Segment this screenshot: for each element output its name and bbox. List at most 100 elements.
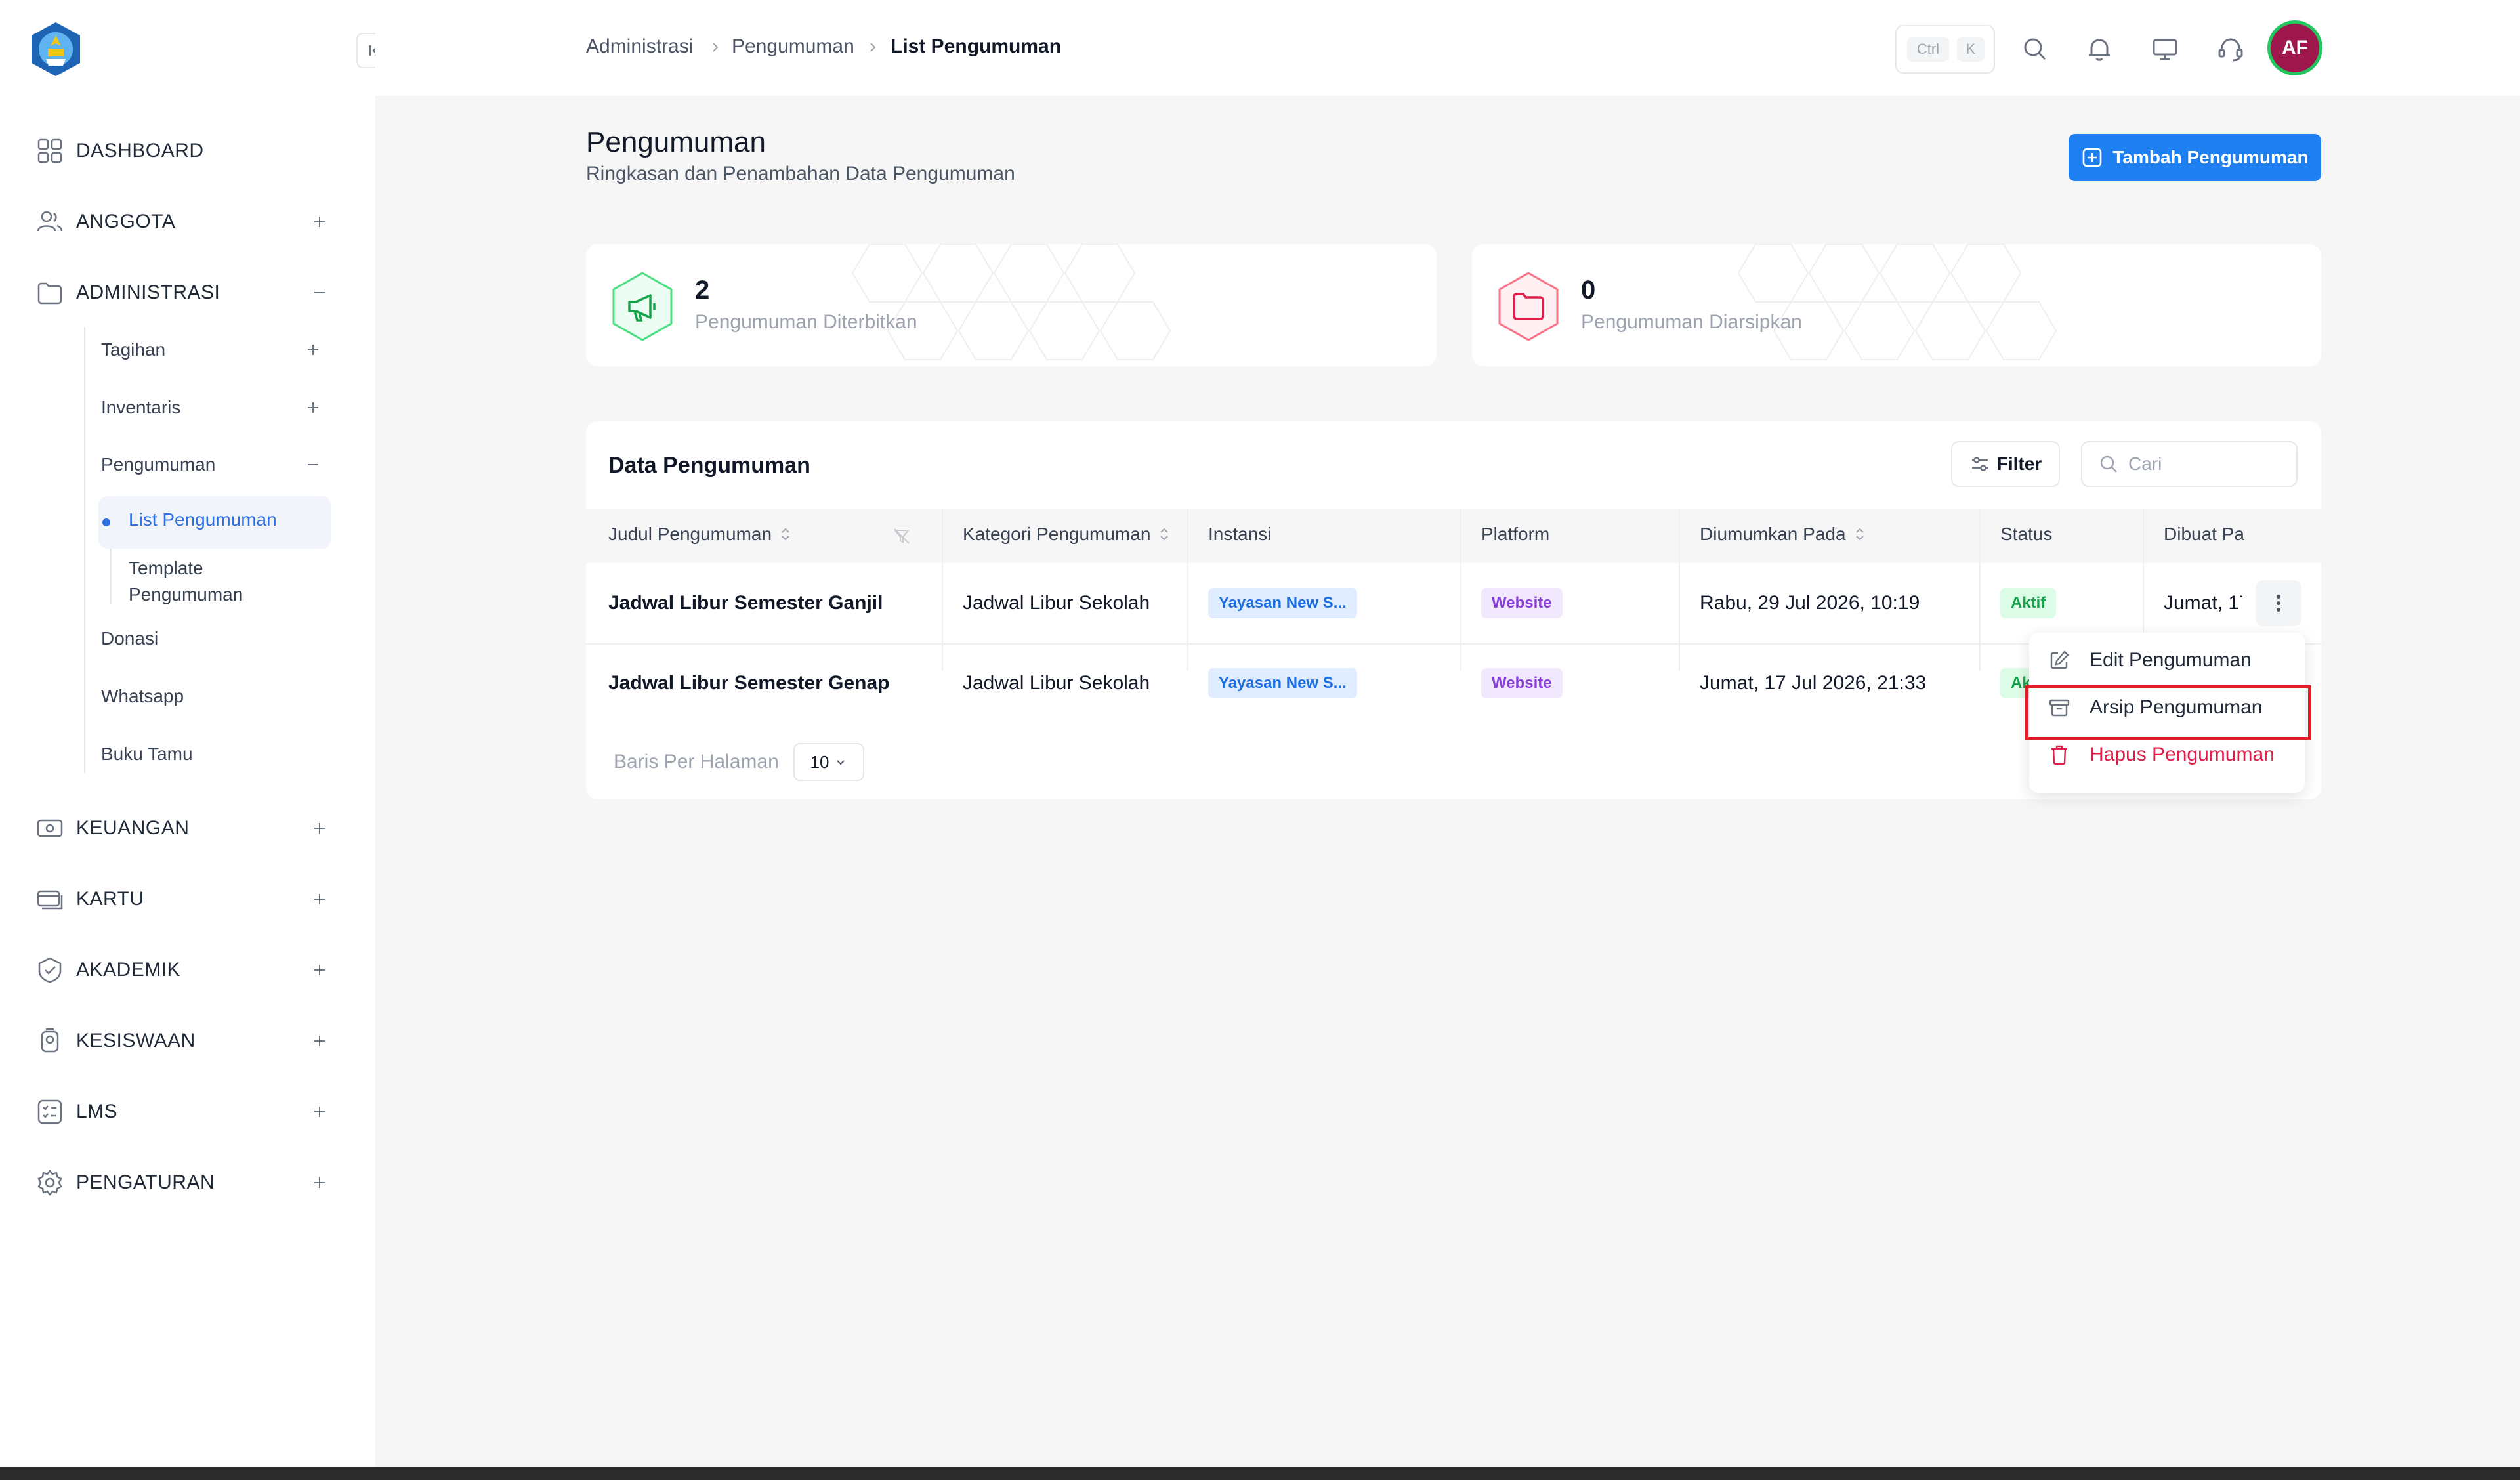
stat-card-archived: 0 Pengumuman Diarsipkan — [1472, 244, 2321, 366]
avatar[interactable]: AF — [2271, 24, 2319, 72]
plus-icon[interactable] — [302, 339, 324, 361]
sidebar-item-pengaturan[interactable]: PENGATURAN — [35, 1163, 331, 1202]
breadcrumb-pengumuman[interactable]: Pengumuman — [732, 35, 854, 58]
hexagon-pattern — [1737, 244, 2057, 360]
rows-per-page-value: 10 — [810, 751, 830, 772]
monitor-icon[interactable] — [2150, 34, 2180, 64]
row-actions-button[interactable] — [2256, 580, 2301, 626]
headset-icon[interactable] — [2216, 34, 2246, 64]
add-announcement-button[interactable]: Tambah Pengumuman — [2068, 134, 2321, 181]
sidebar-item-label: Buku Tamu — [101, 744, 193, 764]
sidebar-item-label: Inventaris — [101, 397, 181, 417]
bell-icon[interactable] — [2084, 34, 2114, 64]
chevron-right-icon — [870, 43, 876, 52]
column-label: Diumumkan Pada — [1700, 524, 1846, 544]
menu-item-edit[interactable]: Edit Pengumuman — [2048, 639, 2290, 681]
money-icon — [37, 819, 63, 837]
sidebar-item-inventaris[interactable]: Inventaris — [101, 391, 324, 424]
sidebar-item-keuangan[interactable]: KEUANGAN — [35, 809, 331, 848]
sidebar-item-tagihan[interactable]: Tagihan — [101, 333, 324, 366]
rows-per-page-label: Baris Per Halaman — [614, 751, 779, 772]
edit-icon — [2050, 650, 2069, 669]
minus-icon[interactable] — [302, 454, 324, 476]
more-vertical-icon — [2277, 595, 2280, 612]
search-shortcut[interactable]: Ctrl K — [1895, 25, 1995, 74]
minus-icon[interactable] — [308, 282, 331, 304]
sidebar-item-label: DASHBOARD — [76, 140, 204, 161]
column-platform: Platform — [1481, 524, 1549, 545]
sidebar-item-label: LMS — [76, 1101, 118, 1122]
kbd-ctrl: Ctrl — [1907, 37, 1949, 62]
filter-button[interactable]: Filter — [1951, 441, 2060, 487]
sidebar-item-label: Donasi — [101, 628, 159, 648]
column-diumumkan[interactable]: Diumumkan Pada — [1700, 524, 1867, 545]
sidebar-item-list-pengumuman[interactable]: List Pengumuman — [129, 509, 277, 530]
folder-icon — [1498, 272, 1559, 341]
student-icon — [41, 1028, 59, 1053]
sidebar-item-template-pengumuman[interactable]: Template Pengumuman — [129, 555, 243, 608]
chevron-down-icon — [837, 760, 845, 765]
sidebar-item-lms[interactable]: LMS — [35, 1092, 331, 1131]
sidebar-item-dashboard[interactable]: DASHBOARD — [35, 131, 331, 171]
sidebar-item-kesiswaan[interactable]: KESISWAAN — [35, 1021, 331, 1061]
window-bottom-edge — [0, 1467, 2520, 1480]
submenu-guide-line — [84, 327, 85, 773]
trash-icon — [2051, 745, 2067, 765]
cell-instansi-chip: Yayasan New S... — [1208, 668, 1357, 698]
stat-value: 2 — [695, 276, 710, 305]
table-title: Data Pengumuman — [608, 453, 810, 478]
plus-icon[interactable] — [308, 817, 331, 839]
breadcrumb-current: List Pengumuman — [891, 35, 1062, 57]
sidebar-item-donasi[interactable]: Donasi — [101, 622, 324, 655]
column-judul[interactable]: Judul Pengumuman — [608, 524, 793, 545]
plus-square-icon — [2083, 148, 2102, 167]
sidebar-item-label: KEUANGAN — [76, 817, 190, 839]
sidebar-item-administrasi[interactable]: ADMINISTRASI — [35, 273, 331, 312]
column-instansi: Instansi — [1208, 524, 1272, 545]
sidebar-item-whatsapp[interactable]: Whatsapp — [101, 680, 324, 713]
search-input[interactable]: Cari — [2081, 441, 2298, 487]
sidebar-item-label: KARTU — [76, 888, 144, 910]
megaphone-icon — [612, 272, 673, 341]
search-placeholder: Cari — [2128, 454, 2162, 474]
column-label: Kategori Pengumuman — [963, 524, 1151, 544]
sidebar-item-label: ADMINISTRASI — [76, 282, 220, 303]
plus-icon[interactable] — [308, 888, 331, 910]
search-icon[interactable] — [2020, 34, 2050, 64]
column-kategori[interactable]: Kategori Pengumuman — [963, 524, 1171, 545]
menu-item-label: Edit Pengumuman — [2090, 649, 2252, 671]
status-badge: Aktif — [2000, 588, 2057, 618]
rows-per-page-select[interactable]: 10 — [793, 743, 864, 781]
plus-icon[interactable] — [308, 1030, 331, 1052]
plus-icon[interactable] — [302, 396, 324, 419]
plus-icon[interactable] — [308, 1172, 331, 1194]
sidebar-item-anggota[interactable]: ANGGOTA — [35, 202, 331, 242]
gear-icon — [37, 1169, 62, 1196]
sidebar-item-pengumuman[interactable]: Pengumuman — [101, 448, 324, 481]
plus-icon[interactable] — [308, 959, 331, 981]
breadcrumb-administrasi[interactable]: Administrasi — [586, 35, 693, 58]
plus-icon[interactable] — [308, 1101, 331, 1123]
column-label: Instansi — [1208, 524, 1272, 544]
sidebar-item-label: AKADEMIK — [76, 959, 181, 981]
sidebar-item-akademik[interactable]: AKADEMIK — [35, 950, 331, 990]
filter-label: Filter — [1996, 454, 2042, 474]
menu-item-label: Hapus Pengumuman — [2090, 744, 2275, 765]
plus-icon[interactable] — [308, 211, 331, 233]
sidebar-item-buku-tamu[interactable]: Buku Tamu — [101, 738, 324, 771]
stat-card-published: 2 Pengumuman Diterbitkan — [586, 244, 1437, 366]
sidebar-item-label: Template — [129, 558, 203, 578]
sidebar-item-label: Pengumuman — [101, 454, 216, 475]
cell-platform-chip: Website — [1481, 668, 1563, 698]
sidebar-item-label: Tagihan — [101, 339, 166, 360]
sidebar-item-label: Whatsapp — [101, 686, 184, 706]
sort-icon — [782, 528, 789, 541]
column-status: Status — [2000, 524, 2052, 545]
sidebar-item-label: KESISWAAN — [76, 1030, 196, 1051]
cell-dibuat: Jumat, 17 — [2164, 592, 2242, 614]
sidebar: DASHBOARD ANGGOTA ADMINISTRASI Tagihan I… — [0, 0, 392, 1467]
sidebar-item-label: PENGATURAN — [76, 1172, 215, 1193]
sidebar-item-kartu[interactable]: KARTU — [35, 879, 331, 919]
checklist-icon — [37, 1099, 62, 1124]
filter-off-icon[interactable] — [892, 526, 912, 546]
